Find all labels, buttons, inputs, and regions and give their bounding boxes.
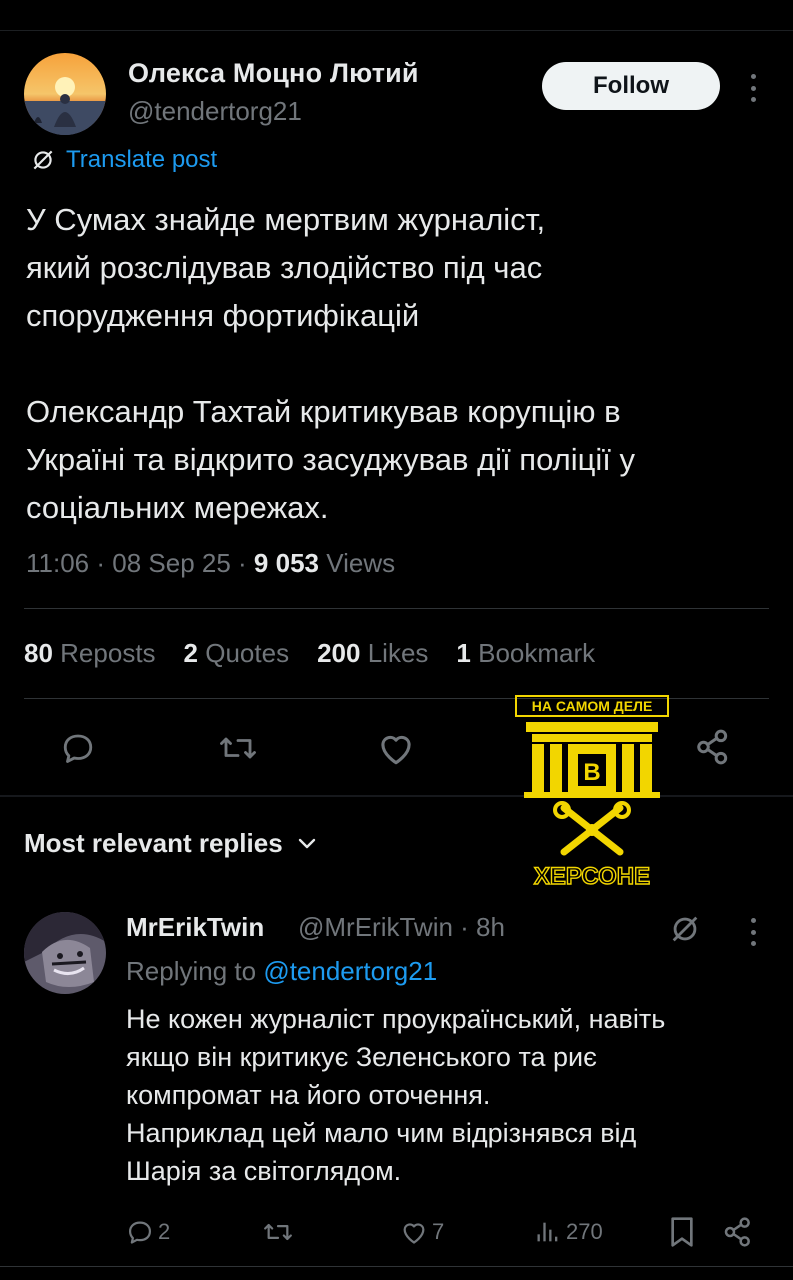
- more-options-icon[interactable]: [749, 918, 757, 946]
- reply-views-button[interactable]: 270: [534, 1218, 603, 1246]
- follow-button[interactable]: Follow: [542, 62, 720, 110]
- reply-reply-button[interactable]: 2: [126, 1218, 170, 1246]
- repost-icon: [264, 1223, 292, 1241]
- post-text: У Сумах знайде мертвим журналіст, який р…: [26, 196, 776, 532]
- views-count: 9 053: [253, 548, 319, 578]
- like-icon: [403, 1223, 425, 1244]
- watermark-bottom-text: ХЕРСОНЕ: [534, 863, 650, 890]
- share-icon[interactable]: [722, 1216, 754, 1248]
- watermark-letter: В: [583, 759, 600, 786]
- post-date[interactable]: 08 Sep 25: [112, 548, 231, 578]
- replying-to-handle[interactable]: @tendertorg21: [263, 956, 437, 986]
- post-time[interactable]: 11:06: [26, 548, 89, 578]
- translate-label: Translate post: [66, 146, 218, 173]
- author-name[interactable]: Олекса Моцно Лютий: [128, 58, 419, 89]
- watermark-logo: НА САМОМ ДЕЛЕ В ХЕРСОНЕ: [515, 695, 669, 891]
- views-label: Views: [326, 548, 396, 578]
- watermark-top-text: НА САМОМ ДЕЛЕ: [532, 698, 653, 714]
- bookmark-icon[interactable]: [668, 1216, 696, 1248]
- like-icon[interactable]: [376, 730, 416, 766]
- replying-prefix: Replying to: [126, 956, 257, 986]
- divider: [24, 608, 769, 609]
- reply-views-count: 270: [566, 1219, 603, 1244]
- replies-sort-label: Most relevant replies: [24, 828, 283, 858]
- translate-icon[interactable]: [668, 912, 702, 946]
- post-meta: 11:06 · 08 Sep 25 · 9 053 Views: [26, 548, 396, 578]
- translate-icon: [33, 150, 53, 170]
- likes-stat[interactable]: 200 Likes: [317, 638, 428, 669]
- reply-replies-count: 2: [158, 1219, 171, 1244]
- author-handle[interactable]: @tendertorg21: [128, 96, 302, 127]
- translate-post-link[interactable]: Translate post: [30, 146, 217, 174]
- section-divider: [0, 795, 793, 797]
- chevron-down-icon: [298, 838, 315, 848]
- reply-author-avatar[interactable]: [24, 912, 106, 994]
- author-avatar[interactable]: [24, 53, 106, 135]
- post-stats: 80 Reposts 2 Quotes 200 Likes 1 Bookmark: [24, 638, 595, 669]
- reply-text: Не кожен журналіст проукраїнський, навіт…: [126, 1004, 666, 1186]
- share-icon[interactable]: [694, 728, 732, 766]
- views-icon: [537, 1222, 558, 1242]
- reply-author-name[interactable]: MrErikTwin: [126, 912, 264, 943]
- post-paragraph: У Сумах знайде мертвим журналіст, який р…: [26, 202, 546, 333]
- replies-sort-dropdown[interactable]: Most relevant replies: [24, 828, 317, 859]
- bookmarks-stat[interactable]: 1 Bookmark: [456, 638, 595, 669]
- reposts-stat[interactable]: 80 Reposts: [24, 638, 156, 669]
- quotes-stat[interactable]: 2 Quotes: [184, 638, 290, 669]
- replying-to: Replying to @tendertorg21: [126, 956, 437, 987]
- reply-likes-count: 7: [432, 1219, 445, 1244]
- bottom-divider: [0, 1266, 793, 1267]
- post-paragraph: Олександр Тахтай критикував корупцію в У…: [26, 394, 635, 525]
- reply-author-handle[interactable]: @MrErikTwin · 8h: [298, 912, 505, 943]
- top-divider: [0, 30, 793, 31]
- more-options-icon[interactable]: [749, 74, 757, 102]
- reply-like-button[interactable]: 7: [400, 1218, 444, 1246]
- reply-icon: [128, 1221, 152, 1244]
- repost-icon[interactable]: [216, 730, 260, 766]
- reply-repost-button[interactable]: [262, 1218, 294, 1246]
- reply-icon[interactable]: [58, 730, 98, 766]
